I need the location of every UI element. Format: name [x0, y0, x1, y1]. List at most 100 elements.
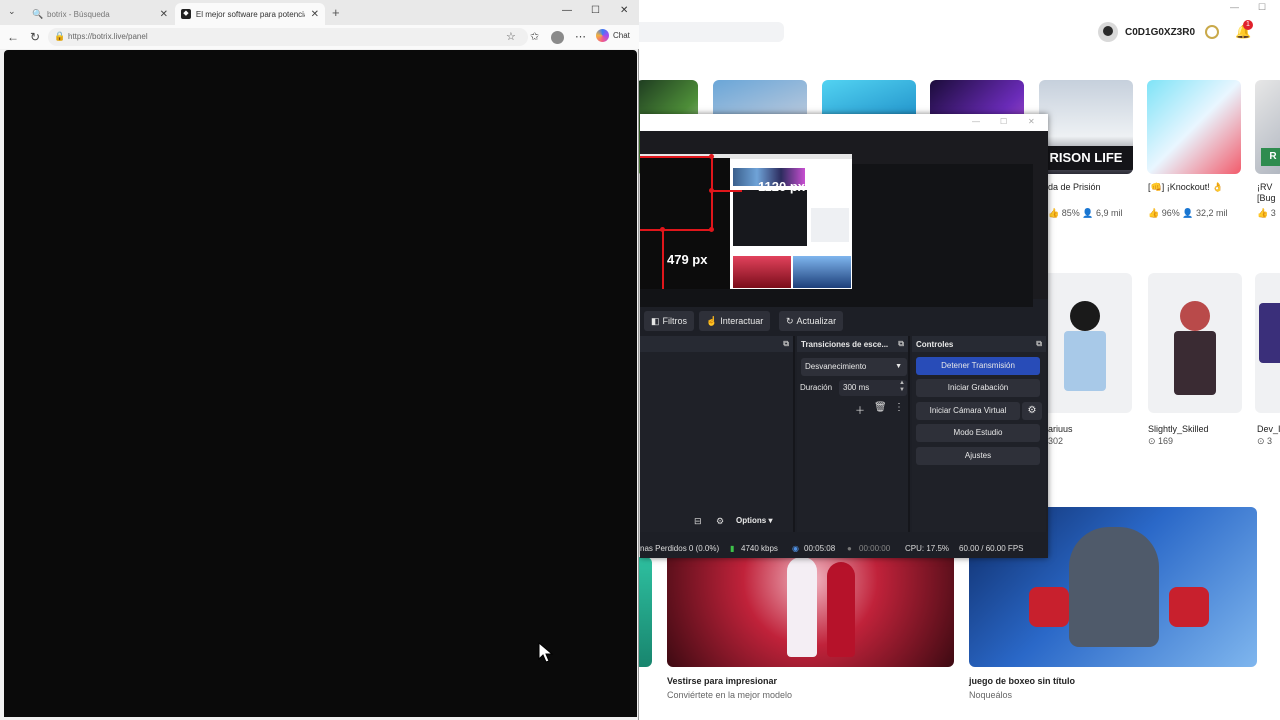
mouse-cursor-icon — [538, 642, 554, 663]
url-text[interactable]: https://botrix.live/panel — [68, 32, 148, 41]
botrix-icon: ◆ — [181, 9, 191, 19]
gear-icon[interactable]: ⚙ — [1022, 402, 1042, 420]
roblox-search-bar[interactable] — [638, 22, 784, 42]
trash-icon[interactable]: 🗑 — [874, 402, 887, 413]
maximize-icon[interactable]: ☐ — [1258, 2, 1266, 13]
featured-title[interactable]: juego de boxeo sin título — [969, 676, 1075, 686]
transitions-dock-header: Transiciones de esce... ⧉ — [797, 336, 908, 352]
add-icon[interactable]: ＋ — [855, 402, 865, 417]
width-measure-label: 1120 px — [758, 179, 805, 194]
more-icon[interactable]: ⋯ — [575, 30, 586, 43]
avatar-name[interactable]: Dev_I — [1257, 424, 1280, 435]
filters-button[interactable]: ◧ Filtros — [644, 311, 695, 331]
favorites-icon[interactable]: ✩ — [530, 30, 539, 43]
controls-dock-header: Controles ⧉ — [912, 336, 1046, 352]
refresh-button[interactable]: ↻ Actualizar — [779, 311, 844, 331]
dropped-frames: nas Perdidos 0 (0.0%) — [640, 544, 720, 553]
caret-down-icon: ▼ — [895, 363, 902, 370]
obs-titlebar[interactable]: — ☐ ✕ — [640, 114, 1048, 131]
options-button[interactable]: Options ▾ — [736, 516, 772, 525]
record-icon: ● — [847, 544, 852, 553]
reload-icon[interactable]: ↻ — [30, 30, 40, 44]
record-time: 00:00:00 — [859, 544, 891, 553]
close-icon[interactable]: ✕ — [311, 9, 319, 20]
page-viewport[interactable] — [4, 50, 637, 717]
game-title[interactable]: ¡RV [Bug — [1257, 182, 1276, 204]
game-stats: 👍 3 — [1257, 208, 1276, 218]
avatar-name[interactable]: Slightly_Skilled — [1148, 424, 1209, 435]
avatar-count: 302 — [1048, 436, 1064, 446]
lock-icon[interactable]: 🔒 — [54, 31, 65, 42]
robux-icon[interactable] — [1205, 25, 1219, 39]
studio-mode-button[interactable]: Modo Estudio — [916, 424, 1040, 442]
tab-botrix[interactable]: ◆ El mejor software para potenciar tu ✕ — [175, 3, 325, 25]
obs-preview-canvas[interactable]: 1120 px 479 px — [640, 154, 852, 289]
chevron-down-icon[interactable]: ⌄ — [8, 6, 16, 17]
browser-window: ⌄ 🔍 botrix - Búsqueda ✕ ◆ El mejor softw… — [0, 0, 639, 720]
search-icon: 🔍 — [32, 9, 44, 19]
game-title[interactable]: da de Prisión — [1048, 182, 1101, 193]
settings-button[interactable]: Ajustes — [916, 447, 1040, 465]
game-stats: 👍 85% 👤 6,9 mil — [1048, 208, 1123, 218]
undock-icon[interactable]: ⧉ — [783, 339, 789, 349]
obs-source-toolbar: ◧ Filtros ☝ Interactuar ↻ Actualizar — [640, 307, 1048, 335]
tab-strip: ⌄ 🔍 botrix - Búsqueda ✕ ◆ El mejor softw… — [0, 0, 639, 25]
avatar-name[interactable]: ariuus — [1048, 424, 1073, 435]
start-recording-button[interactable]: Iniciar Grabación — [916, 379, 1040, 397]
start-virtual-camera-button[interactable]: Iniciar Cámara Virtual — [916, 402, 1020, 420]
sources-dock: ⧉ ⊟ ⚙ Options ▾ — [640, 336, 795, 532]
stop-stream-button[interactable]: Detener Transmisión — [916, 357, 1040, 375]
transition-select[interactable]: Desvanecimiento ▼ — [801, 358, 907, 376]
game-thumbnail[interactable]: R — [1255, 80, 1280, 174]
more-icon[interactable]: ⋮ — [894, 402, 904, 413]
duration-field[interactable]: 300 ms ▲ ▼ — [839, 380, 907, 396]
fps: 60.00 / 60.00 FPS — [959, 544, 1024, 553]
undock-icon[interactable]: ⧉ — [1036, 339, 1042, 349]
sources-footer: ⊟ ⚙ Options ▾ — [640, 516, 793, 532]
game-thumbnail[interactable]: RISON LIFE — [1039, 80, 1133, 174]
close-window-icon[interactable]: ✕ — [620, 5, 628, 16]
profile-icon[interactable] — [551, 31, 564, 44]
gears-icon[interactable]: ⚙ — [716, 516, 724, 527]
maximize-icon[interactable]: ☐ — [591, 5, 600, 16]
back-icon[interactable]: ← — [7, 30, 19, 44]
tab-search[interactable]: 🔍 botrix - Búsqueda ✕ — [26, 3, 174, 25]
refresh-icon: ↻ — [786, 315, 794, 326]
minimize-icon[interactable]: — — [972, 117, 980, 126]
signal-icon: ▮ — [730, 544, 735, 553]
avatar-count: ⊙ 169 — [1148, 436, 1174, 446]
address-bar[interactable]: 🔒 https://botrix.live/panel ☆ — [48, 28, 528, 46]
avatar[interactable] — [1098, 22, 1118, 42]
obs-window: — ☐ ✕ 1120 px 479 px ◧ Filtros ☝ Interactu… — [640, 114, 1048, 558]
filter-icon: ◧ — [651, 315, 660, 326]
caret-down-icon: ▾ — [768, 516, 773, 525]
roblox-username[interactable]: C0D1G0XZ3R0 — [1125, 27, 1195, 38]
spinner-icon[interactable]: ▲ ▼ — [899, 380, 905, 394]
bitrate: 4740 kbps — [741, 544, 778, 553]
maximize-icon[interactable]: ☐ — [1000, 117, 1007, 126]
star-icon[interactable]: ☆ — [506, 30, 516, 43]
new-tab-icon[interactable]: + — [332, 5, 340, 20]
avatar-card[interactable] — [1255, 273, 1280, 413]
cpu-usage: CPU: 17.5% — [905, 544, 950, 553]
avatar-card[interactable] — [1038, 273, 1132, 413]
featured-title[interactable]: Vestirse para impresionar — [667, 676, 777, 686]
chat-button[interactable]: Chat — [596, 29, 630, 42]
featured-subtitle: Conviértete en la mejor modelo — [667, 690, 793, 700]
layout-icon[interactable]: ⊟ — [694, 516, 702, 527]
undock-icon[interactable]: ⧉ — [898, 339, 904, 349]
address-row: ← ↻ 🔒 https://botrix.live/panel ☆ ✩ ⋯ Ch… — [0, 25, 639, 49]
avatar-count: ⊙ 3 — [1257, 436, 1273, 446]
interact-button[interactable]: ☝ Interactuar — [699, 311, 771, 331]
close-icon[interactable]: ✕ — [1028, 117, 1035, 126]
obs-status-bar: nas Perdidos 0 (0.0%) ▮ 4740 kbps ◉ 00:0… — [640, 540, 1048, 558]
minimize-icon[interactable]: — — [1230, 2, 1239, 12]
close-icon[interactable]: ✕ — [160, 9, 168, 20]
transitions-dock: Transiciones de esce... ⧉ Desvanecimiento… — [797, 336, 910, 532]
game-title[interactable]: [👊] ¡Knockout! 👌 — [1148, 182, 1223, 193]
duration-label: Duración — [800, 383, 833, 392]
avatar-card[interactable] — [1148, 273, 1242, 413]
game-thumbnail[interactable] — [1147, 80, 1241, 174]
featured-card[interactable] — [638, 557, 652, 667]
minimize-icon[interactable]: — — [562, 5, 572, 16]
